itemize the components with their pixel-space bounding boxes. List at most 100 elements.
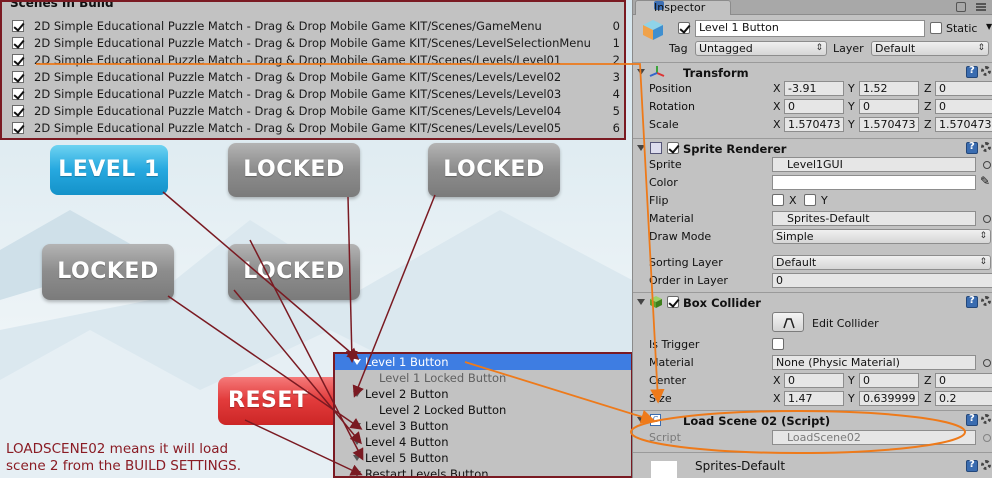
collapse-arrow-icon[interactable]: [637, 145, 645, 151]
sprite-renderer-icon: [650, 142, 662, 154]
inspector-tab[interactable]: Inspector: [635, 0, 731, 15]
expand-arrow-icon[interactable]: [353, 359, 361, 365]
object-picker-icon[interactable]: [983, 215, 991, 223]
menu-icon[interactable]: [976, 3, 986, 11]
load-scene-script-header[interactable]: C Load Scene 02 (Script): [633, 410, 992, 428]
flip-x-checkbox[interactable]: [772, 194, 784, 206]
scene-row[interactable]: 2D Simple Educational Puzzle Match - Dra…: [2, 18, 624, 35]
object-picker-icon[interactable]: [983, 359, 991, 367]
scene-index: 5: [612, 104, 620, 118]
gear-icon[interactable]: [981, 142, 991, 152]
lock-icon[interactable]: [956, 2, 966, 12]
scene-row[interactable]: 2D Simple Educational Puzzle Match - Dra…: [2, 103, 624, 120]
draw-mode-dropdown[interactable]: Simple: [772, 229, 991, 244]
physic-material-field[interactable]: None (Physic Material): [772, 355, 976, 370]
scale-z-field[interactable]: 1.570473: [935, 117, 992, 132]
collapse-arrow-icon[interactable]: [637, 69, 645, 75]
collapse-arrow-icon[interactable]: [637, 417, 645, 423]
expand-arrow-icon[interactable]: [353, 423, 361, 429]
scene-checkbox[interactable]: [12, 71, 24, 83]
hierarchy-item-level3-button[interactable]: Level 3 Button: [335, 418, 631, 434]
hierarchy-item-level2-button[interactable]: Level 2 Button: [335, 386, 631, 402]
gear-icon[interactable]: [981, 296, 991, 306]
box-collider-header[interactable]: Box Collider: [633, 292, 992, 310]
object-name-field[interactable]: Level 1 Button: [695, 20, 925, 37]
scene-row[interactable]: 2D Simple Educational Puzzle Match - Dra…: [2, 52, 624, 69]
hierarchy-item-level4-button[interactable]: Level 4 Button: [335, 434, 631, 450]
axis-y-label: Y: [848, 100, 855, 113]
order-in-layer-field[interactable]: 0: [772, 273, 992, 288]
help-icon[interactable]: [966, 295, 978, 308]
active-checkbox[interactable]: [678, 22, 690, 34]
locked-button-3[interactable]: LOCKED: [428, 143, 560, 197]
size-y-field[interactable]: 0.639999: [859, 391, 919, 406]
position-z-field[interactable]: 0: [935, 81, 992, 96]
locked-button-5[interactable]: LOCKED: [228, 244, 360, 300]
expand-arrow-icon[interactable]: [353, 391, 361, 397]
scene-checkbox[interactable]: [12, 54, 24, 66]
sprite-field[interactable]: Level1GUI: [772, 157, 976, 172]
gear-icon[interactable]: [981, 66, 991, 76]
flip-label: Flip: [649, 194, 669, 207]
locked-button-4[interactable]: LOCKED: [42, 244, 174, 300]
collapse-arrow-icon[interactable]: [637, 299, 645, 305]
flip-y-checkbox[interactable]: [804, 194, 816, 206]
scene-checkbox[interactable]: [12, 20, 24, 32]
transform-header[interactable]: Transform: [633, 62, 992, 80]
hierarchy-item-level1-locked[interactable]: Level 1 Locked Button: [335, 370, 631, 386]
sprite-renderer-header[interactable]: Sprite Renderer: [633, 138, 992, 156]
static-dropdown-arrow-icon[interactable]: ▼: [986, 22, 992, 31]
scene-checkbox[interactable]: [12, 122, 24, 134]
scale-y-field[interactable]: 1.570473: [859, 117, 919, 132]
center-x-field[interactable]: 0: [784, 373, 844, 388]
help-icon[interactable]: [966, 65, 978, 78]
hierarchy-item-restart-levels[interactable]: Restart Levels Button: [335, 466, 631, 476]
expand-arrow-icon[interactable]: [353, 455, 361, 461]
center-z-field[interactable]: 0: [935, 373, 992, 388]
hierarchy-item-level5-button[interactable]: Level 5 Button: [335, 450, 631, 466]
static-checkbox[interactable]: [930, 22, 942, 34]
scene-row[interactable]: 2D Simple Educational Puzzle Match - Dra…: [2, 35, 624, 52]
help-icon[interactable]: [966, 141, 978, 154]
gear-icon[interactable]: [981, 414, 991, 424]
sprite-renderer-enabled-checkbox[interactable]: [667, 142, 679, 154]
color-swatch[interactable]: [772, 175, 976, 190]
scene-checkbox[interactable]: [12, 37, 24, 49]
level1-scene-button[interactable]: LEVEL 1: [50, 145, 168, 195]
reset-levels-button[interactable]: RESET LEV: [218, 377, 348, 425]
layer-dropdown[interactable]: Default: [871, 41, 989, 56]
center-y-field[interactable]: 0: [859, 373, 919, 388]
scene-path: 2D Simple Educational Puzzle Match - Dra…: [34, 53, 562, 67]
material-field[interactable]: Sprites-Default: [772, 211, 976, 226]
rotation-y-field[interactable]: 0: [859, 99, 919, 114]
hierarchy-item-level2-locked[interactable]: Level 2 Locked Button: [335, 402, 631, 418]
size-z-field[interactable]: 0.2: [935, 391, 992, 406]
box-collider-enabled-checkbox[interactable]: [667, 296, 679, 308]
expand-arrow-icon[interactable]: [353, 439, 361, 445]
expand-arrow-icon[interactable]: [353, 471, 361, 476]
sorting-layer-dropdown[interactable]: Default: [772, 255, 991, 270]
size-x-field[interactable]: 1.47: [784, 391, 844, 406]
edit-collider-button[interactable]: [772, 312, 804, 332]
help-icon[interactable]: [966, 459, 978, 472]
object-picker-icon[interactable]: [983, 161, 991, 169]
scene-row[interactable]: 2D Simple Educational Puzzle Match - Dra…: [2, 69, 624, 86]
scale-x-field[interactable]: 1.570473: [784, 117, 844, 132]
hierarchy-item-level1-button[interactable]: Level 1 Button: [335, 354, 631, 370]
gear-icon[interactable]: [981, 460, 991, 470]
scene-row[interactable]: 2D Simple Educational Puzzle Match - Dra…: [2, 86, 624, 103]
eyedropper-icon[interactable]: ✎: [980, 174, 990, 188]
is-trigger-checkbox[interactable]: [772, 338, 784, 350]
tag-dropdown[interactable]: Untagged: [695, 41, 827, 56]
position-x-field[interactable]: -3.91: [784, 81, 844, 96]
load-scene-script-title: Load Scene 02 (Script): [683, 414, 831, 428]
scene-row[interactable]: 2D Simple Educational Puzzle Match - Dra…: [2, 120, 624, 137]
rotation-x-field[interactable]: 0: [784, 99, 844, 114]
position-y-field[interactable]: 1.52: [859, 81, 919, 96]
locked-button-2[interactable]: LOCKED: [228, 143, 360, 197]
scene-checkbox[interactable]: [12, 88, 24, 100]
hierarchy-item-label: Level 2 Locked Button: [379, 403, 507, 417]
rotation-z-field[interactable]: 0: [935, 99, 992, 114]
scene-checkbox[interactable]: [12, 105, 24, 117]
help-icon[interactable]: [966, 413, 978, 426]
